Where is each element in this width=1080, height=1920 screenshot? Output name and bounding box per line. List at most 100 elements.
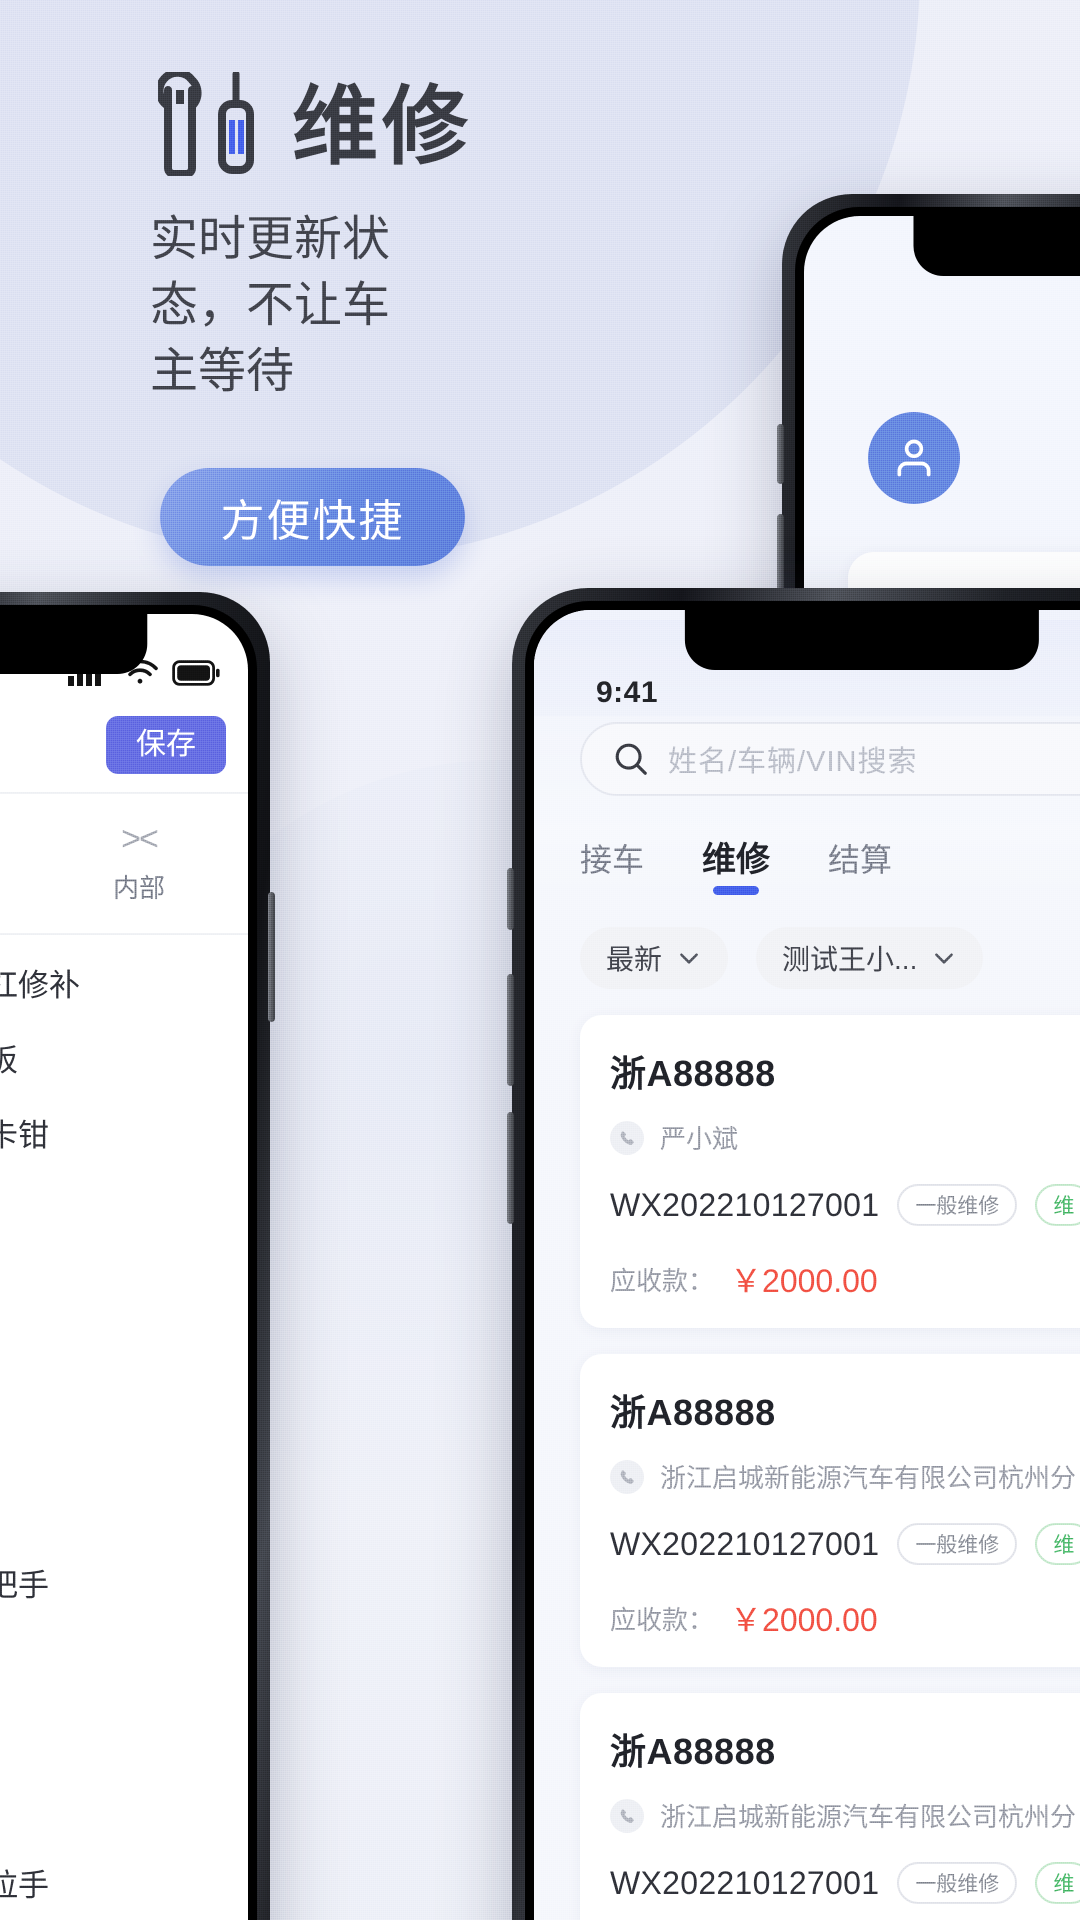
list-item[interactable]: 前车门把手	[0, 1545, 248, 1620]
volume-up-button[interactable]	[507, 974, 514, 1086]
view-option-label: 内部	[112, 873, 165, 903]
collapse-icon: ><	[121, 820, 159, 858]
search-bar[interactable]: 姓名/车辆/VIN搜索	[580, 722, 1080, 796]
phone-bezel: 9:41 姓名/车辆/VIN搜索 接车 维修 结算 最新 测试王小... 浙A8888…	[525, 601, 1080, 1920]
list-item-label: 前叶子板	[0, 1043, 18, 1078]
mute-switch[interactable]	[507, 868, 514, 930]
save-button[interactable]: 保存	[106, 716, 226, 774]
mute-switch[interactable]	[777, 424, 784, 484]
wrench-screwdriver-icon	[155, 68, 270, 181]
status-time: 9:41	[596, 676, 659, 709]
vehicle-plate: 浙A88888	[610, 1731, 776, 1772]
owner-name: 浙江启城新能源汽车有限公司杭州分	[660, 1802, 1077, 1832]
tab-结算[interactable]: 结算	[828, 835, 892, 897]
payment-label: 应收款：	[610, 1604, 715, 1635]
user-icon	[897, 439, 931, 477]
order-number: WX202210127001	[610, 1864, 880, 1901]
filter-chip[interactable]: 最新	[580, 927, 729, 989]
list-item[interactable]: 后门	[0, 1770, 248, 1845]
part-checklist: 前保险杠修补前叶子板前刹车卡钳前轮眉A柱门槛前饰条前门前车门把手 B柱后饰条后门后…	[0, 945, 248, 1920]
phone-notch	[0, 614, 148, 674]
payment-row: 应收款： ￥2000.00	[610, 1256, 1080, 1302]
avatar[interactable]	[868, 412, 960, 504]
tab-bar: 接车 维修 结算	[534, 796, 1080, 897]
list-item[interactable]: 前轮眉	[0, 1170, 248, 1245]
list-item[interactable]: 前保险杠修补	[0, 945, 248, 1020]
order-card[interactable]: 浙A88888 浙江启城新能源汽车有限公司杭州分 WX202210127001 一般维…	[580, 1693, 1080, 1920]
list-item[interactable]: 后车门拉手	[0, 1845, 248, 1920]
hero-subtitle: 实时更新状态，不让车主等待	[150, 213, 391, 399]
list-item[interactable]: 前门	[0, 1470, 248, 1545]
payment-amount: ￥2000.00	[730, 1263, 878, 1299]
order-type-tag: 一般维修	[897, 1862, 1018, 1904]
phone-screen-left: 释 保存 » 右侧 >< 内部 前保险杠修补前叶子板前刹车卡钳前轮眉A柱门槛前饰…	[0, 614, 248, 1920]
phone-screen-right: 9:41 姓名/车辆/VIN搜索 接车 维修 结算 最新 测试王小... 浙A8888…	[534, 610, 1080, 1920]
wrench-screwdriver-svg	[155, 68, 254, 178]
search-icon	[615, 743, 647, 775]
chevron-down-icon	[680, 953, 698, 964]
status-badge: 维	[1035, 1862, 1080, 1904]
list-item[interactable]: 前饰条	[0, 1395, 248, 1470]
order-card[interactable]: 浙A88888 浙江启城新能源汽车有限公司杭州分 WX202210127001 一般维…	[580, 1354, 1080, 1667]
view-selector-row: » 右侧 >< 内部	[0, 794, 248, 915]
list-item-label: 前保险杠修补	[0, 968, 80, 1003]
hero-cta-button[interactable]: 方便快捷	[160, 467, 465, 566]
hero-title: 维修	[292, 78, 472, 175]
list-item-label: 前车门把手	[0, 1568, 49, 1603]
power-button[interactable]	[268, 892, 275, 1022]
tab-维修[interactable]: 维修	[702, 832, 770, 897]
order-number-row: WX202210127001 一般维修维	[610, 1523, 1080, 1565]
phone-icon	[610, 1120, 644, 1155]
order-number: WX202210127001	[610, 1525, 880, 1562]
view-option-interior[interactable]: >< 内部	[30, 822, 248, 905]
phone-frame: 释 保存 » 右侧 >< 内部 前保险杠修补前叶子板前刹车卡钳前轮眉A柱门槛前饰…	[0, 592, 275, 1920]
phone-notch	[684, 610, 1040, 670]
list-item[interactable]: 前叶子板	[0, 1020, 248, 1095]
owner-name: 严小斌	[660, 1124, 739, 1154]
chevrons-right-icon: »	[0, 822, 30, 856]
filter-chip[interactable]: 测试王小...	[756, 927, 984, 989]
hero-title-row: 维修	[0, 0, 640, 181]
phone-icon	[610, 1798, 644, 1833]
list-item[interactable]: B柱	[0, 1620, 248, 1695]
order-list: 浙A88888 严小斌 WX202210127001 一般维修维应收款： ￥2000.0…	[534, 989, 1080, 1920]
payment-amount: ￥2000.00	[730, 1602, 878, 1638]
list-item[interactable]: 门槛	[0, 1320, 248, 1395]
order-type-tag: 一般维修	[897, 1184, 1018, 1226]
list-item[interactable]: 前刹车卡钳	[0, 1095, 248, 1170]
owner-row: 浙江启城新能源汽车有限公司杭州分	[610, 1797, 1080, 1834]
order-number-row: WX202210127001 一般维修维	[610, 1862, 1080, 1904]
order-number: WX202210127001	[610, 1186, 880, 1223]
vehicle-plate: 浙A88888	[610, 1053, 776, 1094]
vehicle-plate: 浙A88888	[610, 1392, 776, 1433]
status-badge: 维	[1035, 1184, 1080, 1226]
filter-chip-label: 测试王小...	[782, 944, 918, 975]
payment-row: 应收款： ￥2000.00	[610, 1595, 1080, 1641]
list-item-label: 后车门拉手	[0, 1868, 49, 1903]
owner-name: 浙江启城新能源汽车有限公司杭州分	[660, 1463, 1077, 1493]
order-number-row: WX202210127001 一般维修维	[610, 1184, 1080, 1226]
status-badge: 维	[1035, 1523, 1080, 1565]
search-input-placeholder: 姓名/车辆/VIN搜索	[668, 746, 918, 778]
order-type-tag: 一般维修	[897, 1523, 1018, 1565]
view-option-right-side[interactable]: » 右侧	[0, 822, 30, 905]
divider	[0, 933, 248, 935]
phone-icon	[610, 1459, 644, 1494]
filter-chip-label: 最新	[606, 944, 663, 975]
volume-down-button[interactable]	[507, 1112, 514, 1224]
payment-label: 应收款：	[610, 1265, 715, 1296]
battery-icon	[172, 660, 220, 686]
order-card[interactable]: 浙A88888 严小斌 WX202210127001 一般维修维应收款： ￥2000.0…	[580, 1015, 1080, 1328]
filter-chip-row: 最新 测试王小...	[534, 897, 1080, 989]
tab-接车[interactable]: 接车	[580, 835, 644, 897]
phone-bezel: 释 保存 » 右侧 >< 内部 前保险杠修补前叶子板前刹车卡钳前轮眉A柱门槛前饰…	[0, 605, 257, 1920]
app-bar-left: 释 保存	[0, 698, 248, 794]
view-option-label: 右侧	[0, 868, 30, 905]
list-item-label: 前刹车卡钳	[0, 1118, 49, 1153]
phone-mockup-left: 释 保存 » 右侧 >< 内部 前保险杠修补前叶子板前刹车卡钳前轮眉A柱门槛前饰…	[0, 592, 275, 1920]
chevron-down-icon	[935, 953, 954, 964]
hero-section: 维修 实时更新状态，不让车主等待 方便快捷	[0, 0, 640, 566]
phone-notch	[913, 216, 1080, 276]
list-item[interactable]: 后饰条	[0, 1695, 248, 1770]
list-item[interactable]: A柱	[0, 1245, 248, 1320]
